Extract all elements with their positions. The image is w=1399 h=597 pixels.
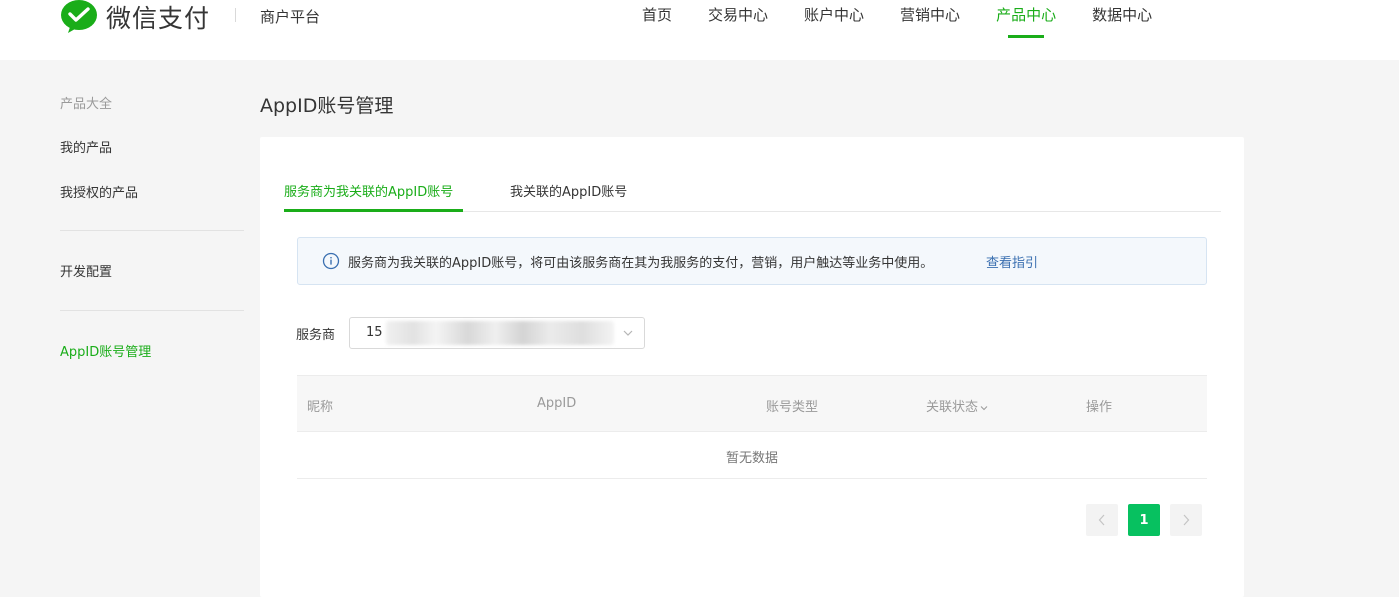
top-nav: 首页 交易中心 账户中心 营销中心 产品中心 数据中心 bbox=[624, 0, 1170, 40]
column-header-appid: AppID bbox=[537, 396, 577, 411]
chevron-down-icon bbox=[980, 405, 988, 410]
chevron-down-icon bbox=[623, 330, 633, 336]
nav-transactions[interactable]: 交易中心 bbox=[690, 0, 786, 40]
notice-text: 服务商为我关联的AppID账号，将可由该服务商在其为我服务的支付，营销，用户触达… bbox=[348, 256, 934, 271]
table-header: 昵称 AppID 账号类型 关联状态 操作 bbox=[297, 375, 1207, 432]
wechat-pay-logo-icon bbox=[61, 0, 97, 33]
nav-home[interactable]: 首页 bbox=[624, 0, 690, 40]
nav-data[interactable]: 数据中心 bbox=[1074, 0, 1170, 40]
empty-state-text: 暂无数据 bbox=[725, 451, 778, 466]
sidebar-section-title: 产品大全 bbox=[60, 97, 113, 112]
nav-products[interactable]: 产品中心 bbox=[978, 0, 1074, 40]
provider-select-value: 15 bbox=[366, 325, 383, 340]
platform-name: 商户平台 bbox=[260, 8, 321, 26]
column-header-link-status-label: 关联状态 bbox=[926, 400, 979, 415]
provider-filter-label: 服务商 bbox=[296, 328, 336, 343]
active-tab-indicator bbox=[284, 209, 463, 212]
content-card: 服务商为我关联的AppID账号 我关联的AppID账号 服务商为我关联的AppI… bbox=[260, 137, 1244, 597]
prev-page-button[interactable] bbox=[1086, 504, 1118, 536]
tab-my-linked[interactable]: 我关联的AppID账号 bbox=[510, 181, 627, 200]
header-divider bbox=[235, 8, 236, 22]
provider-select[interactable]: 15 bbox=[349, 317, 645, 349]
tab-bar: 服务商为我关联的AppID账号 我关联的AppID账号 bbox=[284, 173, 1221, 212]
page-button-current[interactable]: 1 bbox=[1128, 504, 1160, 536]
redacted-value-mask bbox=[386, 321, 614, 345]
next-page-button[interactable] bbox=[1170, 504, 1202, 536]
sidebar-item-appid-management[interactable]: AppID账号管理 bbox=[60, 341, 151, 360]
pagination: 1 bbox=[1086, 504, 1202, 536]
sidebar-item-dev-config[interactable]: 开发配置 bbox=[60, 261, 112, 280]
column-header-account-type: 账号类型 bbox=[766, 400, 819, 415]
sidebar-item-my-products[interactable]: 我的产品 bbox=[60, 137, 112, 156]
column-header-actions: 操作 bbox=[1086, 400, 1113, 415]
nav-marketing[interactable]: 营销中心 bbox=[882, 0, 978, 40]
chevron-right-icon bbox=[1183, 514, 1190, 526]
column-header-nickname: 昵称 bbox=[307, 400, 334, 415]
chevron-left-icon bbox=[1098, 514, 1105, 526]
view-guide-link[interactable]: 查看指引 bbox=[986, 252, 1038, 271]
column-header-link-status[interactable]: 关联状态 bbox=[926, 396, 988, 415]
sidebar-divider bbox=[60, 310, 244, 311]
info-icon bbox=[322, 252, 340, 270]
nav-account[interactable]: 账户中心 bbox=[786, 0, 882, 40]
table-empty-row: 暂无数据 bbox=[297, 432, 1207, 479]
info-notice: 服务商为我关联的AppID账号，将可由该服务商在其为我服务的支付，营销，用户触达… bbox=[297, 237, 1207, 285]
logo-text: 微信支付 bbox=[106, 4, 211, 33]
page-title: AppID账号管理 bbox=[260, 95, 394, 117]
tab-provider-linked[interactable]: 服务商为我关联的AppID账号 bbox=[284, 181, 453, 200]
sidebar-item-authorized-products[interactable]: 我授权的产品 bbox=[60, 182, 138, 201]
top-header: 微信支付 商户平台 首页 交易中心 账户中心 营销中心 产品中心 数据中心 bbox=[0, 0, 1399, 60]
sidebar-divider bbox=[60, 230, 244, 231]
wechat-pay-logo[interactable]: 微信支付 bbox=[60, 0, 210, 34]
